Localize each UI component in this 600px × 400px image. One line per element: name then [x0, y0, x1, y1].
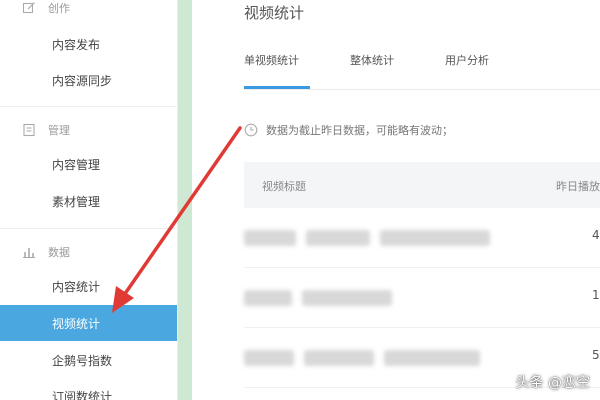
data-notice: 数据为截止昨日数据，可能略有波动； — [244, 122, 453, 138]
sidebar-item-material-manage[interactable]: 素材管理 — [0, 183, 177, 219]
sidebar-item-subscription-stats[interactable]: 订阅数统计 — [0, 378, 177, 400]
watermark-text: 头条 @恋空 — [515, 375, 590, 391]
yesterday-plays-value: 5 — [592, 348, 600, 362]
sidebar-item-label: 素材管理 — [52, 194, 101, 209]
page-title: 视频统计 — [244, 4, 305, 22]
sidebar-item-video-stats[interactable]: 视频统计 — [0, 305, 177, 341]
divider — [0, 228, 177, 229]
section-label-data: 数据 — [48, 246, 70, 259]
sidebar-item-label: 视频统计 — [52, 316, 101, 331]
side-strip — [178, 0, 192, 400]
tab-user-analysis[interactable]: 用户分析 — [445, 52, 489, 68]
sidebar-item-penguin-index[interactable]: 企鹅号指数 — [0, 342, 177, 378]
table-row[interactable]: 41 — [244, 208, 600, 268]
yesterday-plays-value: 41 — [592, 228, 600, 242]
bar-chart-icon — [23, 248, 35, 258]
sidebar-item-label: 订阅数统计 — [52, 389, 113, 400]
document-icon — [23, 123, 35, 137]
sidebar-item-label: 内容管理 — [52, 157, 101, 172]
section-header-create: 创作 — [0, 0, 177, 18]
sidebar-item-content-stats[interactable]: 内容统计 — [0, 268, 177, 304]
blurred-video-title — [244, 230, 490, 246]
blurred-video-title — [244, 350, 480, 366]
sidebar-item-content-manage[interactable]: 内容管理 — [0, 146, 177, 182]
notice-text: 数据为截止昨日数据，可能略有波动； — [266, 124, 453, 137]
tab-single-video[interactable]: 单视频统计 — [244, 52, 299, 68]
sidebar-item-content-sync[interactable]: 内容源同步 — [0, 62, 177, 98]
blurred-video-title — [244, 290, 392, 306]
section-header-data: 数据 — [0, 242, 177, 262]
column-header-title: 视频标题 — [262, 180, 306, 193]
tab-overall[interactable]: 整体统计 — [350, 52, 394, 68]
yesterday-plays-value: 19 — [592, 288, 600, 302]
edit-icon — [22, 2, 35, 14]
main-content: 视频统计 单视频统计 整体统计 用户分析 数据为截止昨日数据，可能略有波动； 视… — [192, 0, 600, 400]
clock-icon — [244, 123, 258, 137]
sidebar: 创作 内容发布 内容源同步 管理 内容管理 素材管理 数据 内容统计 视频统计 … — [0, 0, 178, 400]
sidebar-item-label: 内容源同步 — [52, 73, 113, 88]
section-header-manage: 管理 — [0, 120, 177, 140]
sidebar-item-label: 企鹅号指数 — [52, 353, 113, 368]
sidebar-item-content-publish[interactable]: 内容发布 — [0, 26, 177, 62]
sidebar-item-label: 内容发布 — [52, 37, 101, 52]
table-header: 视频标题 昨日播放 — [244, 162, 600, 208]
section-label-create: 创作 — [48, 2, 70, 15]
tab-divider — [244, 89, 600, 90]
divider — [0, 106, 177, 107]
sidebar-item-label: 内容统计 — [52, 279, 101, 294]
section-label-manage: 管理 — [48, 124, 70, 137]
column-header-yesterday-plays[interactable]: 昨日播放 — [556, 178, 600, 194]
table-row[interactable]: 19 — [244, 268, 600, 328]
